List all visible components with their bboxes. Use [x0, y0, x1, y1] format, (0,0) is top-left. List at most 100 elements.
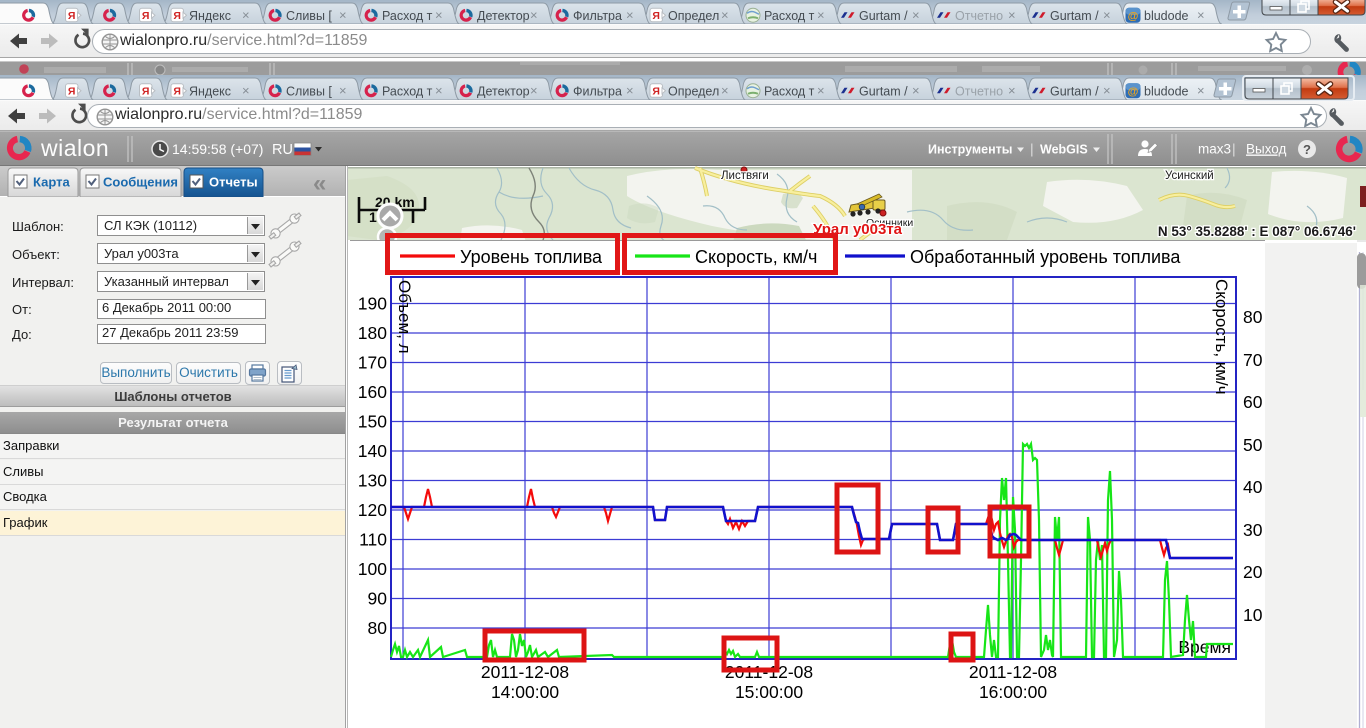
svg-text:Время: Время: [1178, 637, 1231, 657]
svg-text:×: ×: [339, 83, 347, 98]
svg-text:10: 10: [1243, 605, 1263, 625]
svg-text:Я: Я: [142, 85, 150, 97]
svg-text:130: 130: [358, 471, 387, 491]
svg-text:Gurtam /: Gurtam /: [1050, 9, 1099, 23]
svg-text:15:00:00: 15:00:00: [735, 682, 803, 702]
svg-text:Усинский: Усинский: [1165, 170, 1214, 182]
svg-text:×: ×: [242, 7, 250, 22]
svg-text:170: 170: [358, 353, 387, 373]
svg-text:Я: Я: [652, 10, 660, 22]
svg-text:@: @: [1128, 10, 1139, 22]
svg-text:Сливы [: Сливы [: [286, 9, 332, 23]
svg-text:Скорость, км/ч: Скорость, км/ч: [1212, 279, 1231, 395]
svg-text:20: 20: [1243, 562, 1263, 582]
svg-text:14:00:00: 14:00:00: [491, 682, 559, 702]
svg-text:160: 160: [358, 382, 387, 402]
svg-text:×: ×: [912, 83, 920, 98]
svg-text:×: ×: [912, 7, 920, 22]
svg-text:Отчетно: Отчетно: [955, 9, 1003, 23]
svg-text:Я: Я: [652, 85, 660, 97]
svg-text:180: 180: [358, 323, 387, 343]
svg-text:140: 140: [358, 441, 387, 461]
svg-text:|: |: [1232, 141, 1236, 157]
svg-text:×: ×: [721, 7, 729, 22]
svg-text:Gurtam /: Gurtam /: [1050, 84, 1099, 98]
svg-text:×: ×: [626, 7, 634, 22]
svg-text:×: ×: [721, 83, 729, 98]
svg-text:110: 110: [359, 530, 387, 550]
svg-text:Я: Я: [173, 10, 181, 22]
svg-text:×: ×: [242, 83, 250, 98]
svg-text:Обработанный уровень топлива: Обработанный уровень топлива: [910, 247, 1181, 267]
svg-text:×: ×: [1008, 83, 1016, 98]
svg-text:×: ×: [1197, 7, 1205, 22]
svg-text:@: @: [1128, 86, 1139, 98]
svg-text:Я: Я: [142, 10, 150, 22]
svg-text:Расход т: Расход т: [764, 84, 815, 98]
svg-text:80: 80: [368, 618, 388, 638]
svg-text:Сливы [: Сливы [: [286, 84, 332, 98]
svg-text:150: 150: [358, 412, 387, 432]
svg-text:Я: Я: [68, 85, 76, 97]
svg-text:×: ×: [626, 83, 634, 98]
svg-text:70: 70: [1243, 350, 1263, 370]
svg-text:bludode: bludode: [1144, 84, 1189, 98]
svg-text:100: 100: [358, 559, 387, 579]
svg-text:RU: RU: [272, 142, 293, 158]
svg-text:×: ×: [435, 7, 443, 22]
svg-text:Объем, л: Объем, л: [395, 280, 414, 354]
svg-text:Расход т: Расход т: [764, 9, 815, 23]
svg-text:?: ?: [1303, 142, 1311, 157]
svg-text:Я: Я: [173, 85, 181, 97]
svg-text:|: |: [1030, 141, 1034, 157]
svg-text:Определ: Определ: [668, 84, 719, 98]
svg-text:×: ×: [1103, 7, 1111, 22]
svg-text:Сообщения: Сообщения: [103, 175, 178, 190]
svg-text:Яндекс: Яндекс: [189, 84, 231, 98]
svg-text:×: ×: [1103, 83, 1111, 98]
svg-text:Определ: Определ: [668, 9, 719, 23]
svg-text:bludode: bludode: [1144, 9, 1189, 23]
svg-text:Отчеты: Отчеты: [209, 175, 258, 190]
svg-text:Листвяги: Листвяги: [721, 170, 769, 182]
svg-text:×: ×: [530, 7, 538, 22]
svg-text:1: 1: [369, 209, 377, 225]
svg-text:Gurtam /: Gurtam /: [859, 9, 908, 23]
svg-text:×: ×: [1197, 83, 1205, 98]
svg-text:30: 30: [1243, 520, 1263, 540]
svg-text:2011-12-08: 2011-12-08: [969, 662, 1057, 682]
svg-text:Я: Я: [68, 10, 76, 22]
svg-text:190: 190: [358, 294, 387, 314]
svg-text:Яндекс: Яндекс: [189, 9, 231, 23]
svg-text:max3: max3: [1198, 142, 1231, 157]
svg-text:Инструменты: Инструменты: [928, 143, 1012, 157]
svg-text:Отчетно: Отчетно: [955, 84, 1003, 98]
svg-text:×: ×: [1008, 7, 1016, 22]
svg-text:N 53° 35.8288' : E 087° 06.674: N 53° 35.8288' : E 087° 06.6746': [1158, 224, 1356, 239]
svg-text:40: 40: [1243, 477, 1263, 497]
svg-text:Детектор: Детектор: [477, 84, 530, 98]
svg-text:×: ×: [339, 7, 347, 22]
svg-text:Карта: Карта: [33, 175, 70, 190]
svg-text:Детектор: Детектор: [477, 9, 530, 23]
svg-text:×: ×: [817, 83, 825, 98]
svg-text:14:59:58 (+07): 14:59:58 (+07): [172, 141, 263, 157]
svg-text:×: ×: [817, 7, 825, 22]
svg-text:90: 90: [368, 589, 388, 609]
svg-text:×: ×: [530, 83, 538, 98]
svg-text:Выход: Выход: [1246, 142, 1287, 157]
svg-text:Фильтра: Фильтра: [573, 9, 622, 23]
svg-text:Расход т: Расход т: [382, 84, 433, 98]
svg-text:Фильтра: Фильтра: [573, 84, 622, 98]
svg-text:Gurtam /: Gurtam /: [859, 84, 908, 98]
svg-text:2011-12-08: 2011-12-08: [481, 662, 569, 682]
svg-text:wialon: wialon: [40, 135, 109, 161]
svg-text:WebGIS: WebGIS: [1040, 143, 1088, 157]
svg-text:120: 120: [358, 500, 387, 520]
svg-text:16:00:00: 16:00:00: [979, 682, 1047, 702]
svg-text:50: 50: [1243, 435, 1263, 455]
svg-text:×: ×: [435, 83, 443, 98]
svg-text:«: «: [313, 170, 326, 197]
svg-text:80: 80: [1243, 307, 1263, 327]
svg-text:Расход т: Расход т: [382, 9, 433, 23]
